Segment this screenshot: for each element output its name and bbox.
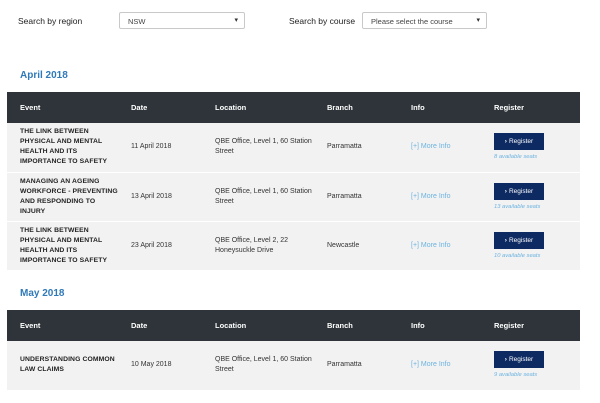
register-cell: › Register 10 available seats: [481, 221, 580, 270]
info-cell: [+] More Info: [398, 172, 481, 221]
region-select-value: NSW: [128, 17, 146, 26]
event-branch: Parramatta: [327, 192, 362, 200]
chevron-right-icon: ›: [504, 236, 507, 244]
events-table-april: Event Date Location Branch Info Register…: [7, 92, 580, 271]
register-cell: › Register 9 available seats: [481, 341, 580, 390]
more-info-link[interactable]: [+] More Info: [411, 361, 451, 368]
register-button-label: Register: [508, 187, 534, 195]
register-button[interactable]: › Register: [494, 182, 544, 200]
register-button[interactable]: › Register: [494, 351, 544, 369]
course-select-value: Please select the course: [371, 17, 453, 26]
column-header-event: Event: [20, 321, 41, 330]
event-location: QBE Office, Level 2, 22 Honeysuckle Driv…: [215, 236, 289, 254]
region-select[interactable]: NSW ▾: [119, 12, 245, 29]
chevron-right-icon: ›: [504, 356, 507, 364]
chevron-down-icon: ▾: [234, 17, 238, 24]
table-row: UNDERSTANDING COMMON LAW CLAIMS 10 May 2…: [7, 341, 580, 390]
register-button[interactable]: › Register: [494, 133, 544, 151]
section-title-april: April 2018: [20, 70, 68, 81]
event-location: QBE Office, Level 1, 60 Station Street: [215, 138, 312, 156]
chevron-down-icon: ▾: [476, 17, 480, 24]
more-info-link[interactable]: [+] More Info: [411, 143, 451, 150]
table-row: THE LINK BETWEEN PHYSICAL AND MENTAL HEA…: [7, 123, 580, 172]
column-header-date: Date: [131, 103, 148, 112]
column-header-info: Info: [411, 103, 425, 112]
register-button-label: Register: [508, 356, 534, 364]
register-button-label: Register: [508, 138, 534, 146]
events-table-may: Event Date Location Branch Info Register…: [7, 310, 580, 391]
info-cell: [+] More Info: [398, 341, 481, 390]
event-name: UNDERSTANDING COMMON LAW CLAIMS: [20, 356, 115, 374]
info-cell: [+] More Info: [398, 123, 481, 172]
chevron-right-icon: ›: [504, 187, 507, 195]
event-date: 13 April 2018: [131, 192, 172, 200]
event-name: THE LINK BETWEEN PHYSICAL AND MENTAL HEA…: [20, 226, 108, 264]
table-row: THE LINK BETWEEN PHYSICAL AND MENTAL HEA…: [7, 221, 580, 270]
event-date: 23 April 2018: [131, 241, 172, 249]
info-cell: [+] More Info: [398, 221, 481, 270]
register-button-label: Register: [508, 236, 534, 244]
column-header-location: Location: [215, 321, 247, 330]
available-seats: 8 available seats: [494, 154, 538, 161]
register-cell: › Register 8 available seats: [481, 123, 580, 172]
filter-bar: Search by region NSW ▾ Search by course …: [0, 0, 600, 44]
available-seats: 10 available seats: [494, 252, 541, 259]
section-title-may: May 2018: [20, 288, 65, 299]
column-header-register: Register: [494, 103, 525, 112]
column-header-info: Info: [411, 321, 425, 330]
event-branch: Parramatta: [327, 361, 362, 369]
column-header-event: Event: [20, 103, 41, 112]
table-header-row: Event Date Location Branch Info Register: [7, 310, 580, 341]
column-header-branch: Branch: [327, 103, 353, 112]
region-filter-label: Search by region: [18, 16, 83, 26]
column-header-register: Register: [494, 321, 525, 330]
column-header-location: Location: [215, 103, 247, 112]
event-name: THE LINK BETWEEN PHYSICAL AND MENTAL HEA…: [20, 128, 108, 166]
course-filter-label: Search by course: [289, 16, 356, 26]
event-location: QBE Office, Level 1, 60 Station Street: [215, 187, 312, 205]
more-info-link[interactable]: [+] More Info: [411, 193, 451, 200]
event-branch: Newcastle: [327, 241, 360, 249]
event-name: MANAGING AN AGEING WORKFORCE - PREVENTIN…: [20, 177, 118, 215]
available-seats: 13 available seats: [494, 203, 541, 210]
table-header-row: Event Date Location Branch Info Register: [7, 92, 580, 123]
event-branch: Parramatta: [327, 143, 362, 151]
event-date: 11 April 2018: [131, 143, 172, 151]
available-seats: 9 available seats: [494, 372, 538, 379]
more-info-link[interactable]: [+] More Info: [411, 242, 451, 249]
column-header-branch: Branch: [327, 321, 353, 330]
event-date: 10 May 2018: [131, 361, 172, 369]
event-location: QBE Office, Level 1, 60 Station Street: [215, 356, 312, 374]
chevron-right-icon: ›: [504, 138, 507, 146]
register-cell: › Register 13 available seats: [481, 172, 580, 221]
course-select[interactable]: Please select the course ▾: [362, 12, 487, 29]
column-header-date: Date: [131, 321, 148, 330]
table-row: MANAGING AN AGEING WORKFORCE - PREVENTIN…: [7, 172, 580, 221]
register-button[interactable]: › Register: [494, 231, 544, 249]
